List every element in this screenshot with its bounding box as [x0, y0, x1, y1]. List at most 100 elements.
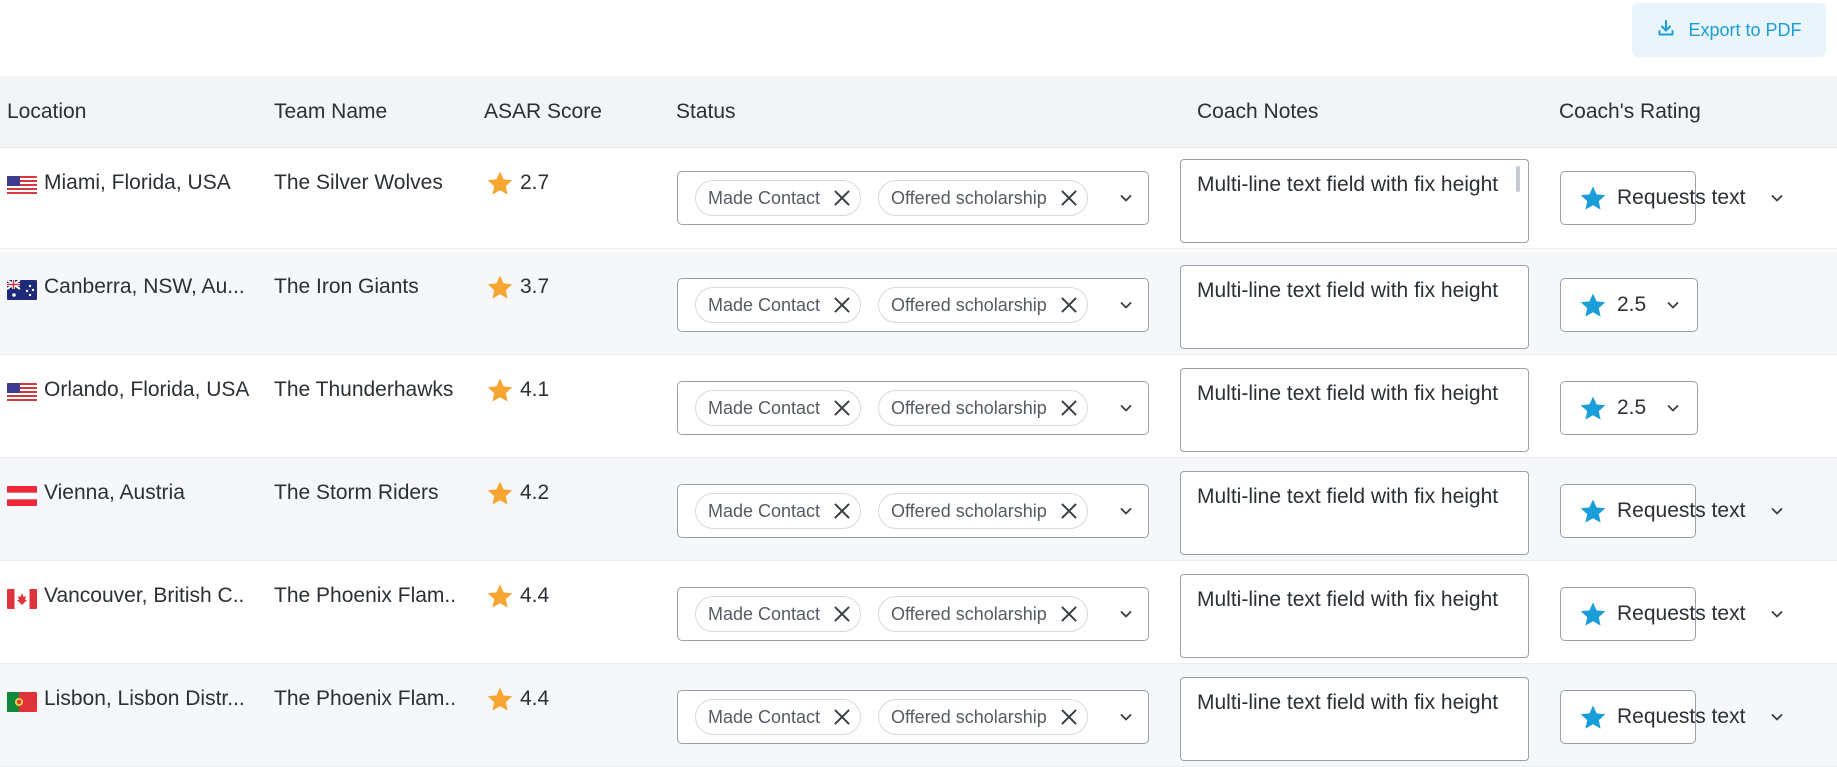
- status-chip: Offered scholarship: [878, 493, 1088, 529]
- download-icon: [1656, 18, 1676, 43]
- chevron-down-icon[interactable]: [1666, 401, 1680, 415]
- table-row[interactable]: Vienna, Austria The Storm Riders 4.2 Made C…: [0, 458, 1837, 561]
- coach-notes-textarea[interactable]: Multi-line text field with fix height: [1180, 368, 1529, 452]
- coach-notes-text: Multi-line text field with fix height: [1197, 279, 1499, 302]
- chevron-down-icon[interactable]: [1119, 504, 1133, 518]
- status-chip-label: Offered scholarship: [891, 294, 1047, 315]
- status-chip-label: Offered scholarship: [891, 187, 1047, 208]
- coach-rating-select[interactable]: Requests text: [1560, 484, 1745, 538]
- table-row[interactable]: Vancouver, British C.. The Phoenix Flam..…: [0, 561, 1837, 664]
- location-cell: Vienna, Austria: [44, 481, 185, 504]
- status-chip: Offered scholarship: [878, 287, 1088, 323]
- table-row[interactable]: Canberra, NSW, Au... The Iron Giants 3.7 Ma…: [0, 252, 1837, 355]
- close-icon[interactable]: [1061, 297, 1077, 313]
- coach-notes-text: Multi-line text field with fix height: [1197, 691, 1499, 714]
- status-multiselect[interactable]: Made Contact Offered scholarship: [677, 587, 1149, 641]
- star-icon: [1579, 395, 1607, 423]
- flag-usa-icon: [7, 176, 37, 196]
- status-chip: Offered scholarship: [878, 180, 1088, 216]
- status-chip-label: Made Contact: [708, 294, 821, 315]
- star-icon: [486, 170, 514, 198]
- coach-notes-textarea[interactable]: Multi-line text field with fix height: [1180, 574, 1529, 658]
- chevron-down-icon[interactable]: [1119, 401, 1133, 415]
- location-cell: Lisbon, Lisbon Distr...: [44, 687, 245, 710]
- location-cell: Orlando, Florida, USA: [44, 378, 250, 401]
- close-icon[interactable]: [1061, 400, 1077, 416]
- chevron-down-icon[interactable]: [1119, 191, 1133, 205]
- close-icon[interactable]: [1061, 503, 1077, 519]
- export-label: Export to PDF: [1688, 19, 1802, 40]
- asar-score-cell: 4.1: [520, 378, 550, 401]
- flag-austria-icon: [7, 486, 37, 506]
- coach-rating-select[interactable]: Requests text: [1560, 587, 1745, 641]
- star-icon: [1579, 601, 1607, 629]
- status-multiselect[interactable]: Made Contact Offered scholarship: [677, 690, 1149, 744]
- chevron-down-icon[interactable]: [1119, 298, 1133, 312]
- status-multiselect[interactable]: Made Contact Offered scholarship: [677, 381, 1149, 435]
- flag-australia-icon: [7, 280, 37, 300]
- status-multiselect[interactable]: Made Contact Offered scholarship: [677, 484, 1149, 538]
- scrollbar-thumb[interactable]: [1516, 166, 1520, 192]
- close-icon[interactable]: [1061, 190, 1077, 206]
- chevron-down-icon[interactable]: [1666, 298, 1680, 312]
- chevron-down-icon[interactable]: [1770, 710, 1784, 724]
- coach-rating-value: Requests text: [1617, 602, 1746, 625]
- column-header-asar-score[interactable]: ASAR Score: [484, 76, 602, 148]
- coach-notes-textarea[interactable]: Multi-line text field with fix height: [1180, 471, 1529, 555]
- table-row[interactable]: Lisbon, Lisbon Distr... The Phoenix Flam.…: [0, 664, 1837, 767]
- star-icon: [1579, 704, 1607, 732]
- column-header-coach-rating[interactable]: Coach's Rating: [1559, 76, 1701, 148]
- column-header-coach-notes[interactable]: Coach Notes: [1197, 76, 1318, 148]
- status-chip-label: Offered scholarship: [891, 500, 1047, 521]
- coach-notes-textarea[interactable]: Multi-line text field with fix height: [1180, 159, 1529, 243]
- status-chip: Offered scholarship: [878, 699, 1088, 735]
- star-icon: [1579, 498, 1607, 526]
- table-row[interactable]: Orlando, Florida, USA The Thunderhawks 4.1…: [0, 355, 1837, 458]
- close-icon[interactable]: [834, 400, 850, 416]
- coach-rating-value: 2.5: [1617, 293, 1647, 316]
- star-icon: [486, 377, 514, 405]
- coach-rating-value: 2.5: [1617, 396, 1647, 419]
- column-header-team-name[interactable]: Team Name: [274, 76, 387, 148]
- status-multiselect[interactable]: Made Contact Offered scholarship: [677, 171, 1149, 225]
- chevron-down-icon[interactable]: [1770, 191, 1784, 205]
- asar-score-cell: 3.7: [520, 275, 550, 298]
- status-chip-label: Made Contact: [708, 187, 821, 208]
- flag-usa-icon: [7, 383, 37, 403]
- chevron-down-icon[interactable]: [1119, 710, 1133, 724]
- close-icon[interactable]: [1061, 606, 1077, 622]
- status-chip-label: Offered scholarship: [891, 397, 1047, 418]
- coach-notes-textarea[interactable]: Multi-line text field with fix height: [1180, 265, 1529, 349]
- flag-canada-icon: [7, 589, 37, 609]
- table-row[interactable]: Miami, Florida, USA The Silver Wolves 2.7 M…: [0, 148, 1837, 249]
- table-header: Location Team Name ASAR Score Status Coa…: [0, 76, 1837, 148]
- column-header-status[interactable]: Status: [676, 76, 736, 148]
- coach-rating-select[interactable]: Requests text: [1560, 690, 1745, 744]
- status-chip: Made Contact: [695, 699, 862, 735]
- status-chip: Offered scholarship: [878, 390, 1088, 426]
- location-cell: Miami, Florida, USA: [44, 171, 231, 194]
- coach-rating-value: Requests text: [1617, 499, 1746, 522]
- export-to-pdf-button[interactable]: Export to PDF: [1632, 3, 1826, 57]
- coach-rating-value: Requests text: [1617, 186, 1746, 209]
- coach-rating-value: Requests text: [1617, 705, 1746, 728]
- close-icon[interactable]: [834, 503, 850, 519]
- coach-notes-text: Multi-line text field with fix height: [1197, 485, 1499, 508]
- star-icon: [486, 480, 514, 508]
- chevron-down-icon[interactable]: [1119, 607, 1133, 621]
- close-icon[interactable]: [1061, 709, 1077, 725]
- close-icon[interactable]: [834, 190, 850, 206]
- asar-score-cell: 4.2: [520, 481, 550, 504]
- location-cell: Canberra, NSW, Au...: [44, 275, 245, 298]
- asar-score-cell: 2.7: [520, 171, 550, 194]
- close-icon[interactable]: [834, 709, 850, 725]
- coach-rating-select[interactable]: Requests text: [1560, 171, 1745, 225]
- chevron-down-icon[interactable]: [1770, 504, 1784, 518]
- close-icon[interactable]: [834, 297, 850, 313]
- chevron-down-icon[interactable]: [1770, 607, 1784, 621]
- close-icon[interactable]: [834, 606, 850, 622]
- column-header-location[interactable]: Location: [7, 76, 86, 148]
- status-chip-label: Made Contact: [708, 397, 821, 418]
- status-multiselect[interactable]: Made Contact Offered scholarship: [677, 278, 1149, 332]
- coach-notes-textarea[interactable]: Multi-line text field with fix height: [1180, 677, 1529, 761]
